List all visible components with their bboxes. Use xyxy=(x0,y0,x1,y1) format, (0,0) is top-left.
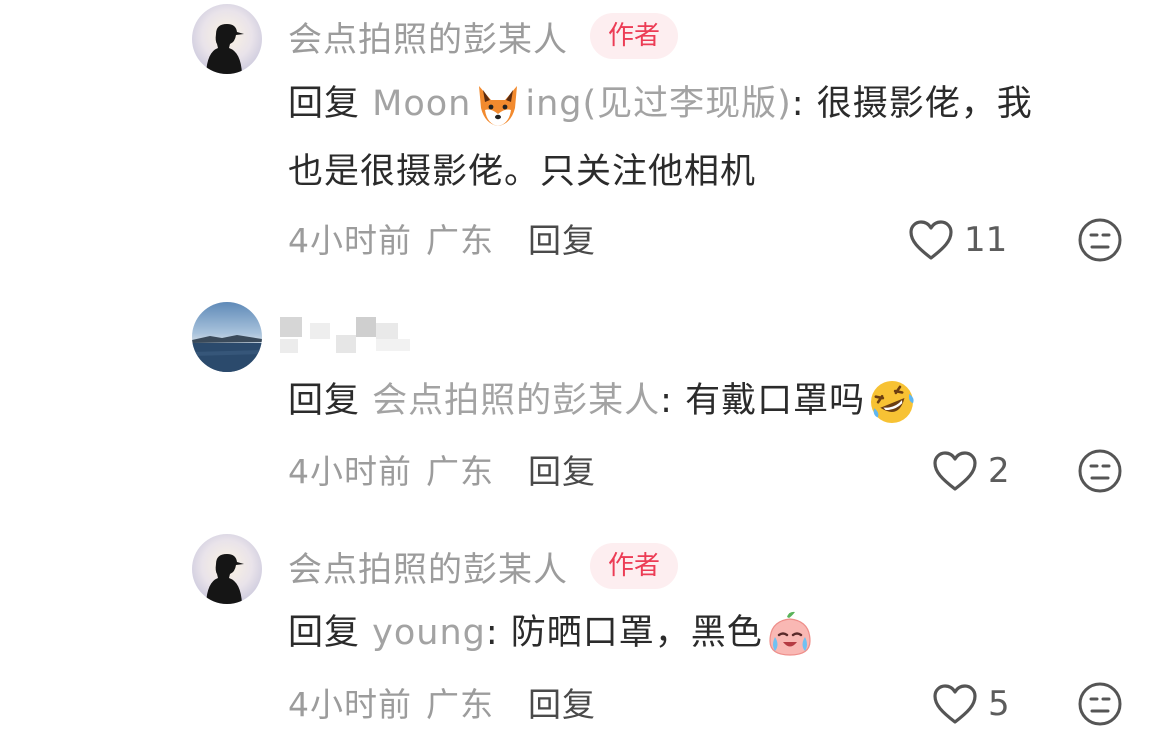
comment-time: 4小时前 xyxy=(288,685,412,724)
comment-text: 回复 young: 防晒口罩，黑色 xyxy=(288,599,1128,667)
username[interactable]: 会点拍照的彭某人 xyxy=(288,542,568,591)
comment-location: 广东 xyxy=(426,452,494,491)
reply-prefix: 回复 xyxy=(288,381,373,421)
reply-prefix: 回复 xyxy=(288,84,373,124)
comment-content: 有戴口罩吗 xyxy=(685,381,866,421)
like-count: 5 xyxy=(988,684,1010,724)
comment-location: 广东 xyxy=(426,685,494,724)
reply-separator: : xyxy=(791,84,817,124)
user-avatar[interactable] xyxy=(192,534,262,604)
reply-separator: : xyxy=(485,613,511,653)
comment-header: 会点拍照的彭某人 作者 xyxy=(288,11,679,61)
like-button[interactable]: 11 xyxy=(908,215,1007,265)
heart-icon xyxy=(909,220,953,260)
comment-time: 4小时前 xyxy=(288,221,412,260)
reply-prefix: 回复 xyxy=(288,613,373,653)
lake-sky-avatar-icon xyxy=(192,302,262,372)
user-avatar[interactable] xyxy=(192,4,262,74)
reply-target-user[interactable]: young xyxy=(372,613,486,653)
comment-meta: 4小时前 广东 回复 xyxy=(288,213,596,263)
reply-target-user[interactable]: 会点拍照的彭某人 xyxy=(372,381,660,421)
heart-icon xyxy=(933,684,977,724)
dislike-face-icon[interactable] xyxy=(1077,681,1123,727)
like-button[interactable]: 2 xyxy=(932,446,1010,496)
comment-text: 回复 会点拍照的彭某人: 有戴口罩吗 xyxy=(288,367,1128,435)
comment-text: 回复 Moon ing(见过李现版): 很摄影佬，我 也是很摄影佬。只关注他相机 xyxy=(288,70,1128,206)
reply-separator: : xyxy=(660,381,686,421)
author-badge: 作者 xyxy=(590,13,679,59)
like-count: 11 xyxy=(964,220,1008,260)
author-badge: 作者 xyxy=(590,543,679,589)
comment-location: 广东 xyxy=(426,221,494,260)
username[interactable]: 会点拍照的彭某人 xyxy=(288,12,568,61)
fox-emoji-icon xyxy=(473,80,523,130)
reply-button[interactable]: 回复 xyxy=(528,445,596,493)
comment-content-line2: 也是很摄影佬。只关注他相机 xyxy=(288,152,757,192)
reply-button[interactable]: 回复 xyxy=(528,214,596,262)
comment-time: 4小时前 xyxy=(288,452,412,491)
comment-header: 会点拍照的彭某人 作者 xyxy=(288,541,679,591)
crying-peach-emoji-icon xyxy=(765,609,815,659)
comment-content: 防晒口罩，黑色 xyxy=(510,613,763,653)
like-button[interactable]: 5 xyxy=(932,679,1010,729)
like-count: 2 xyxy=(988,451,1010,491)
dislike-face-icon[interactable] xyxy=(1077,448,1123,494)
reply-target-name-part2: ing(见过李现版) xyxy=(525,84,792,124)
comment-content-line1: 很摄影佬，我 xyxy=(816,84,1033,124)
rolling-laughing-emoji-icon xyxy=(867,377,917,427)
comment-meta: 4小时前 广东 回复 xyxy=(288,444,596,494)
heart-icon xyxy=(933,451,977,491)
comment-meta: 4小时前 广东 回复 xyxy=(288,677,596,727)
silhouette-cap-avatar-icon xyxy=(192,4,262,74)
reply-button[interactable]: 回复 xyxy=(528,678,596,726)
user-avatar[interactable] xyxy=(192,302,262,372)
dislike-face-icon[interactable] xyxy=(1077,217,1123,263)
blurred-username[interactable] xyxy=(280,313,415,357)
reply-target-name-part1: Moon xyxy=(372,84,472,124)
silhouette-cap-avatar-icon xyxy=(192,534,262,604)
reply-target-user[interactable]: Moon ing(见过李现版) xyxy=(372,84,792,126)
